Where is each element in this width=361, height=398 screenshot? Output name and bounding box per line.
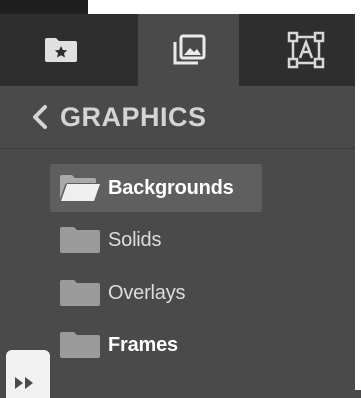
folder-item-backgrounds[interactable]: Backgrounds <box>50 164 262 212</box>
right-edge <box>355 0 361 390</box>
page-title: GRAPHICS <box>60 101 207 132</box>
tab-bar <box>0 14 355 86</box>
top-strip-dark <box>0 0 88 14</box>
folder-item-solids[interactable]: Solids <box>50 216 190 264</box>
folder-icon <box>60 280 100 306</box>
tab-graphics[interactable] <box>138 14 239 86</box>
folder-icon <box>60 227 100 253</box>
folder-label: Overlays <box>108 281 186 304</box>
graphics-header[interactable]: GRAPHICS <box>0 86 355 149</box>
tab-favorites[interactable] <box>0 14 122 86</box>
folder-label: Solids <box>108 228 162 251</box>
top-strip <box>0 0 361 14</box>
folder-item-overlays[interactable]: Overlays <box>50 269 220 317</box>
chevron-left-icon <box>33 105 47 129</box>
image-stack-icon <box>173 34 205 65</box>
folder-star-icon <box>45 38 77 62</box>
folder-label: Backgrounds <box>108 176 234 199</box>
tab-text[interactable] <box>257 14 355 86</box>
expand-panel-button[interactable] <box>6 350 50 398</box>
text-box-icon <box>287 31 325 69</box>
double-chevron-right-icon <box>15 377 33 389</box>
open-folder-icon <box>60 175 100 201</box>
folder-item-frames[interactable]: Frames <box>50 321 200 369</box>
folder-icon <box>60 332 100 358</box>
folder-label: Frames <box>108 333 178 356</box>
